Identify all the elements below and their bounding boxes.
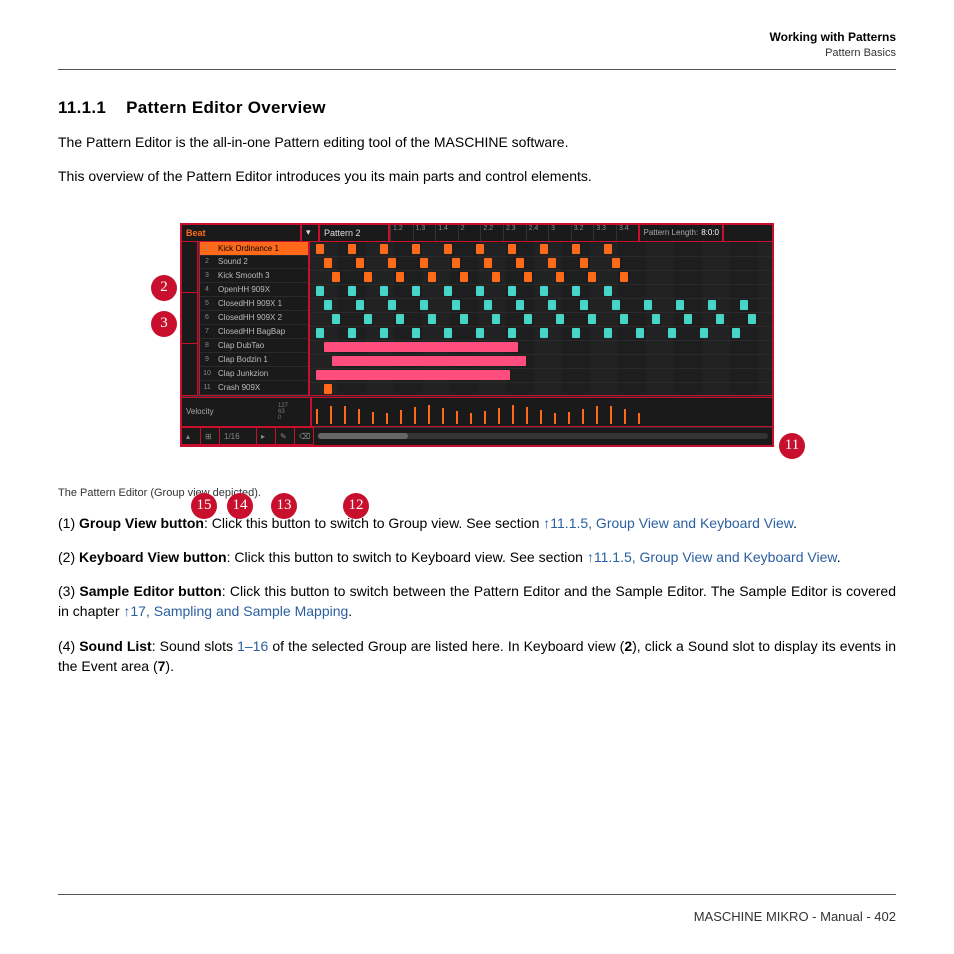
item-2: (2) Keyboard View button: Click this but…	[58, 547, 896, 567]
xref-link[interactable]: ↑11.1.5, Group View and Keyboard View	[543, 515, 793, 531]
sound-slot[interactable]: 3Kick Smooth 3	[200, 269, 308, 283]
callout-13: 13	[271, 493, 297, 519]
velocity-label: Velocity 127630	[181, 397, 311, 427]
intro-paragraph-1: The Pattern Editor is the all-in-one Pat…	[58, 132, 896, 152]
item-3: (3) Sample Editor button: Click this but…	[58, 581, 896, 622]
pencil-tool[interactable]: ✎	[275, 427, 295, 445]
chapter-title: Working with Patterns	[58, 30, 896, 44]
keyboard-view-button[interactable]	[181, 292, 198, 344]
pattern-length[interactable]: Pattern Length: 8:0:0	[639, 224, 723, 242]
sound-slot[interactable]: 1Kick Ordinance 1	[200, 242, 308, 256]
sound-slot[interactable]: 6ClosedHH 909X 2	[200, 311, 308, 325]
erase-tool[interactable]: ⌫	[294, 427, 314, 445]
header-tools[interactable]	[723, 224, 773, 242]
footer-btn-1[interactable]: ▴	[181, 427, 201, 445]
beat-label[interactable]: Beat	[181, 224, 301, 242]
sound-slot[interactable]: 8Clap DubTao	[200, 339, 308, 353]
pointer-tool[interactable]: ▸	[256, 427, 276, 445]
item-4: (4) Sound List: Sound slots 1–16 of the …	[58, 636, 896, 677]
section-heading: 11.1.1Pattern Editor Overview	[58, 98, 896, 118]
sound-slot[interactable]: 9Clap Bodzin 1	[200, 353, 308, 367]
chapter-subtitle: Pattern Basics	[58, 47, 896, 59]
timeline-ruler[interactable]: 1.21.31.4 22.22.3 2.433.2 3.33.4	[389, 224, 639, 242]
xref-link[interactable]: ↑11.1.5, Group View and Keyboard View	[587, 549, 837, 565]
sound-slot[interactable]: 4OpenHH 909X	[200, 283, 308, 297]
intro-paragraph-2: This overview of the Pattern Editor intr…	[58, 166, 896, 186]
sound-slot[interactable]: 5ClosedHH 909X 1	[200, 297, 308, 311]
sample-editor-button[interactable]	[181, 343, 198, 395]
item-1: (1) Group View button: Click this button…	[58, 513, 896, 533]
callout-2: 2	[151, 275, 177, 301]
figure-caption: The Pattern Editor (Group view depicted)…	[58, 487, 896, 499]
sound-slot[interactable]: 10Clap Junkzion	[200, 367, 308, 381]
sound-list[interactable]: 1Kick Ordinance 12Sound 23Kick Smooth 34…	[199, 241, 309, 396]
page-header: Working with Patterns Pattern Basics	[58, 30, 896, 70]
footer-btn-2[interactable]: ⊞	[200, 427, 220, 445]
callout-11: 11	[779, 433, 805, 459]
event-area[interactable]	[309, 241, 773, 396]
callout-3: 3	[151, 311, 177, 337]
pattern-editor-screenshot: Beat ▾ Pattern 2 1.21.31.4 22.22.3 2.433…	[180, 223, 774, 447]
sound-slot[interactable]: 2Sound 2	[200, 256, 308, 270]
xref-link[interactable]: ↑17, Sampling and Sample Mapping	[123, 603, 348, 619]
group-view-button[interactable]	[181, 241, 198, 293]
page-footer: MASCHINE MIKRO - Manual - 402	[58, 894, 896, 924]
grid-value[interactable]: 1/16	[219, 427, 257, 445]
callout-14: 14	[227, 493, 253, 519]
horizontal-scrollbar[interactable]	[318, 433, 768, 439]
pattern-editor-figure: 1 5 6 8 9 10 2 3 4 7 11 15 14 13 12 Beat…	[147, 223, 807, 447]
sound-slot[interactable]: 7ClosedHH BagBap	[200, 325, 308, 339]
callout-12: 12	[343, 493, 369, 519]
velocity-lane[interactable]	[311, 397, 773, 427]
callout-15: 15	[191, 493, 217, 519]
pattern-selector[interactable]: Pattern 2	[319, 224, 389, 242]
sound-slot[interactable]: 11Crash 909X	[200, 381, 308, 395]
